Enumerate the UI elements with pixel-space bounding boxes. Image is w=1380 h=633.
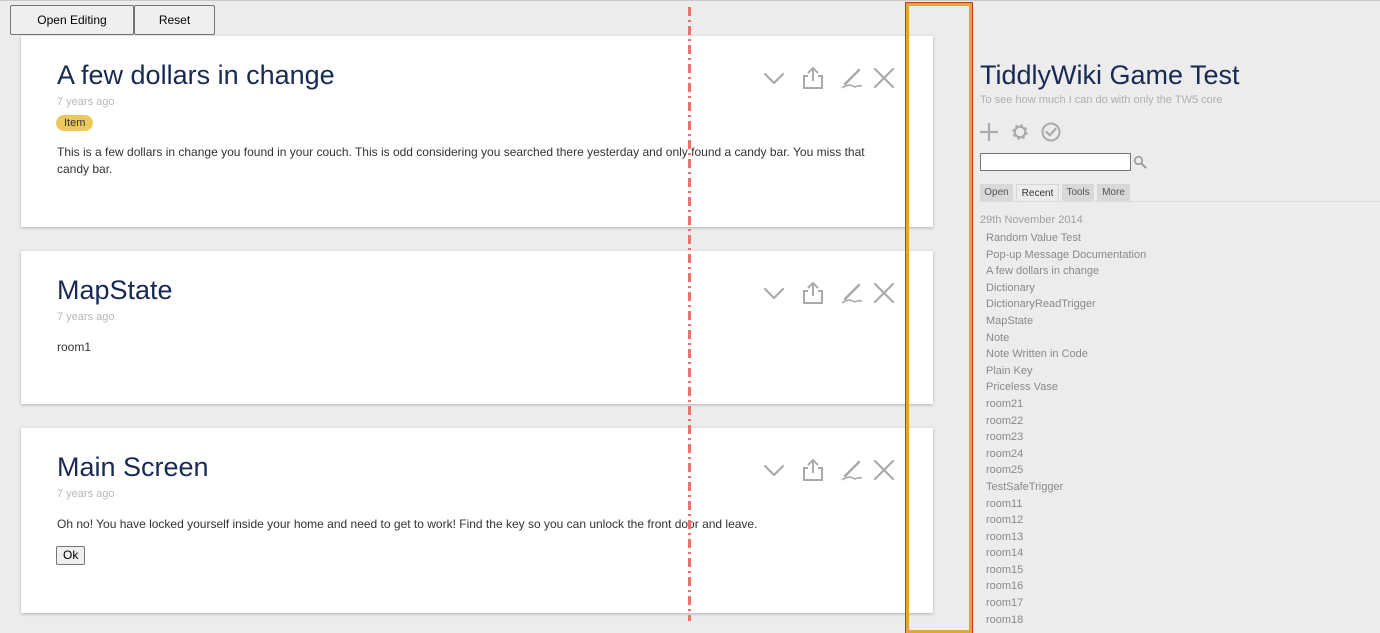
recent-item[interactable]: room24 <box>986 446 1146 463</box>
close-icon[interactable] <box>871 280 897 306</box>
tiddler-card: A few dollars in change 7 years ago Item… <box>21 36 933 227</box>
share-icon[interactable] <box>800 280 826 306</box>
recent-item[interactable]: DictionaryReadTrigger <box>986 296 1146 313</box>
recent-item[interactable]: room22 <box>986 413 1146 430</box>
recent-item[interactable]: room25 <box>986 462 1146 479</box>
recent-item[interactable]: Dictionary <box>986 280 1146 297</box>
site-subtitle: To see how much I can do with only the T… <box>980 94 1223 106</box>
recent-item[interactable]: room14 <box>986 545 1146 562</box>
tiddler-controls <box>761 65 897 91</box>
tiddler-title[interactable]: MapState <box>57 274 173 306</box>
tab-more[interactable]: More <box>1097 184 1130 201</box>
tiddler-title[interactable]: A few dollars in change <box>57 59 335 91</box>
open-editing-screen-button[interactable]: Open Editing Screen <box>10 5 134 55</box>
recent-list: Random Value Test Pop-up Message Documen… <box>986 230 1146 628</box>
recent-item[interactable]: room21 <box>986 396 1146 413</box>
recent-item[interactable]: room23 <box>986 429 1146 446</box>
chevron-down-icon[interactable] <box>761 280 787 306</box>
recent-item[interactable]: A few dollars in change <box>986 263 1146 280</box>
recent-item[interactable]: Note <box>986 330 1146 347</box>
tiddler-body: room1 <box>57 340 92 354</box>
tiddler-card: MapState 7 years ago room1 <box>21 251 933 404</box>
top-border <box>0 0 1380 1</box>
edit-icon[interactable] <box>839 457 865 483</box>
tiddler-controls <box>761 457 897 483</box>
recent-item[interactable]: Priceless Vase <box>986 379 1146 396</box>
reset-game-button[interactable]: Reset Game <box>134 5 215 55</box>
recent-item[interactable]: Pop-up Message Documentation <box>986 247 1146 264</box>
recent-item[interactable]: MapState <box>986 313 1146 330</box>
tab-recent[interactable]: Recent <box>1016 184 1059 201</box>
recent-item[interactable]: room12 <box>986 512 1146 529</box>
tab-tools[interactable]: Tools <box>1062 184 1094 201</box>
ok-button[interactable]: Ok <box>56 546 86 565</box>
recent-item[interactable]: room17 <box>986 595 1146 612</box>
tiddler-subtitle: 7 years ago <box>57 96 115 108</box>
gear-icon[interactable] <box>1009 121 1031 143</box>
chevron-down-icon[interactable] <box>761 65 787 91</box>
close-icon[interactable] <box>871 65 897 91</box>
tab-divider <box>980 201 1380 202</box>
tiddler-subtitle: 7 years ago <box>57 311 115 323</box>
edit-icon[interactable] <box>839 280 865 306</box>
chevron-down-icon[interactable] <box>761 457 787 483</box>
tiddler-card: Main Screen 7 years ago Oh no! You have … <box>21 428 933 613</box>
recent-item[interactable]: room11 <box>986 496 1146 513</box>
tiddler-body: Oh no! You have locked yourself inside y… <box>57 517 758 531</box>
site-title: TiddlyWiki Game Test <box>980 60 1240 90</box>
tiddler-body: This is a few dollars in change you foun… <box>57 145 865 176</box>
recent-date-heading: 29th November 2014 <box>980 214 1083 226</box>
recent-item[interactable]: Plain Key <box>986 363 1146 380</box>
search-input[interactable] <box>980 153 1131 171</box>
recent-item[interactable]: Note Written in Code <box>986 346 1146 363</box>
recent-item[interactable]: TestSafeTrigger <box>986 479 1146 496</box>
check-circle-icon[interactable] <box>1040 121 1062 143</box>
search-icon[interactable] <box>1133 155 1147 169</box>
close-icon[interactable] <box>871 457 897 483</box>
dashed-guide-line <box>688 7 691 621</box>
recent-item[interactable]: room16 <box>986 578 1146 595</box>
tiddler-subtitle: 7 years ago <box>57 488 115 500</box>
tiddler-controls <box>761 280 897 306</box>
edit-icon[interactable] <box>839 65 865 91</box>
highlight-box <box>905 2 973 633</box>
share-icon[interactable] <box>800 457 826 483</box>
share-icon[interactable] <box>800 65 826 91</box>
recent-item[interactable]: Random Value Test <box>986 230 1146 247</box>
plus-icon[interactable] <box>978 121 1000 143</box>
tiddler-title[interactable]: Main Screen <box>57 451 209 483</box>
recent-item[interactable]: room13 <box>986 529 1146 546</box>
tab-open[interactable]: Open <box>980 184 1013 201</box>
tag-pill[interactable]: Item <box>56 115 94 131</box>
recent-item[interactable]: room15 <box>986 562 1146 579</box>
